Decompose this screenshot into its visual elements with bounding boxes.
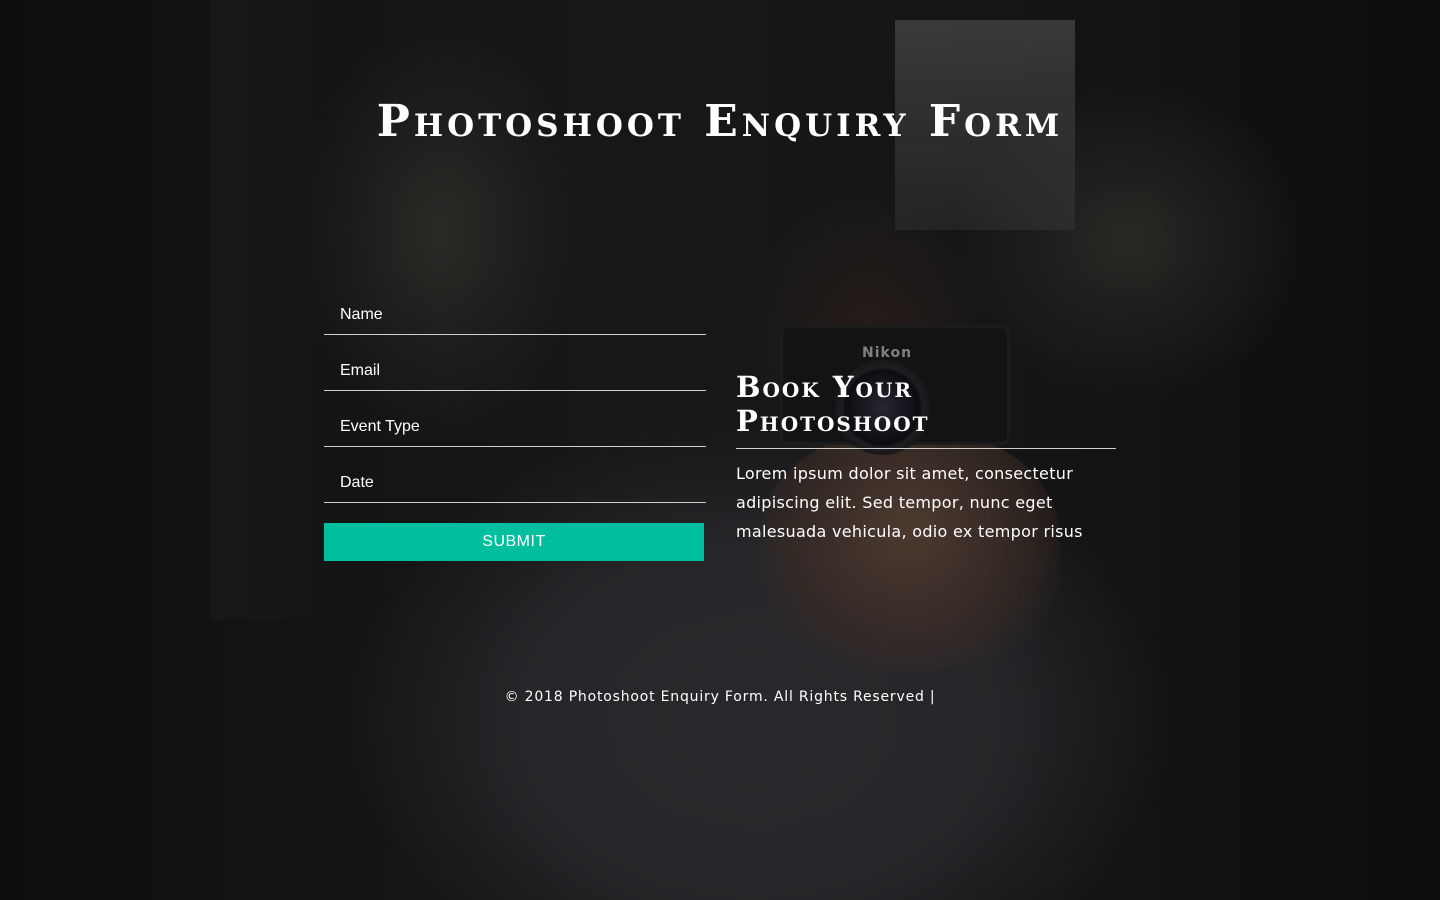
footer-copyright: © 2018 Photoshoot Enquiry Form. All Righ…	[504, 689, 936, 705]
submit-button[interactable]: SUBMIT	[324, 523, 704, 561]
event-type-field[interactable]: Event Type	[324, 391, 706, 447]
info-text: Lorem ipsum dolor sit amet, consectetur …	[736, 464, 1083, 541]
info-panel: Book Your Photoshoot Lorem ipsum dolor s…	[736, 370, 1116, 546]
enquiry-form: Name Email Event Type Date SUBMIT	[324, 290, 706, 561]
info-heading: Book Your Photoshoot	[736, 370, 1116, 449]
name-field[interactable]: Name	[324, 290, 706, 335]
page-title: Photoshoot Enquiry Form	[376, 96, 1064, 147]
email-field[interactable]: Email	[324, 335, 706, 391]
date-field[interactable]: Date	[324, 447, 706, 503]
